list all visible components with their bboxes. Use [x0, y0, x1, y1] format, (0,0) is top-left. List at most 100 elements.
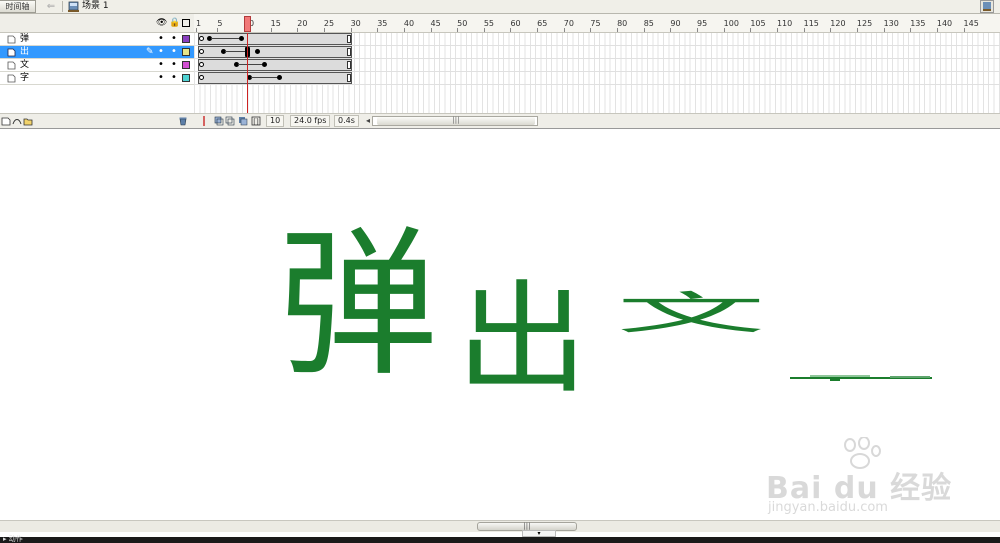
- add-motion-guide-icon[interactable]: [12, 116, 22, 126]
- stage-char-zi-flattened[interactable]: [790, 373, 934, 385]
- timeline-toggle-button[interactable]: 时间轴: [0, 0, 36, 13]
- blank-keyframe[interactable]: [199, 62, 204, 67]
- keyframe[interactable]: [262, 62, 267, 67]
- ruler-tick: [670, 28, 672, 32]
- scrollbar-thumb[interactable]: |||: [377, 117, 535, 125]
- watermark-url: jingyan.baidu.com: [768, 500, 888, 515]
- keyframe[interactable]: [255, 49, 260, 54]
- timeline-panel: 👁 🔒 弹 • • 出 ✎ • • 文 • • 字 • • 1 5 15 20 …: [0, 14, 1000, 128]
- ruler-tick: [723, 28, 725, 32]
- visibility-dot[interactable]: •: [157, 33, 165, 45]
- ruler-tick-label: 60: [510, 19, 521, 28]
- layer-name: 弹: [20, 34, 30, 44]
- ruler-tick: [403, 28, 405, 32]
- modify-onion-markers-icon[interactable]: []: [251, 116, 261, 126]
- ruler-tick-label: 55: [483, 19, 494, 28]
- panel-collapse-tab[interactable]: ▾: [522, 530, 556, 537]
- visibility-dot[interactable]: •: [157, 46, 165, 58]
- motion-tween: [251, 77, 277, 78]
- visibility-dot[interactable]: •: [157, 59, 165, 71]
- blank-keyframe[interactable]: [199, 49, 204, 54]
- layer-row-dan[interactable]: 弹 • •: [0, 33, 194, 46]
- ruler-tick-label: 125: [856, 19, 873, 28]
- lock-dot[interactable]: •: [170, 33, 178, 45]
- ruler-tick: [196, 28, 197, 32]
- layers-footer: [0, 113, 194, 128]
- end-frame[interactable]: [347, 74, 351, 82]
- ruler-tick-label: 50: [457, 19, 468, 28]
- ruler-tick-label: 20: [297, 19, 308, 28]
- edit-scene-icon[interactable]: [980, 0, 994, 13]
- playhead[interactable]: [244, 16, 251, 32]
- ruler-tick: [643, 28, 645, 32]
- blank-keyframe[interactable]: [199, 75, 204, 80]
- ruler-tick: [270, 28, 272, 32]
- ruler-tick-label: 5: [217, 19, 223, 28]
- layer-row-wen[interactable]: 文 • •: [0, 59, 194, 72]
- onion-skin-outlines-icon[interactable]: [225, 116, 235, 126]
- ruler-tick-label: 80: [617, 19, 628, 28]
- lock-dot[interactable]: •: [170, 46, 178, 58]
- frame-row[interactable]: [194, 59, 1000, 72]
- frame-row[interactable]: [194, 46, 1000, 59]
- end-frame[interactable]: [347, 48, 351, 56]
- stage-canvas[interactable]: 弹 出 文 Bai du 经验 jingyan.baidu.com: [0, 128, 1000, 520]
- ruler-tick-label: 95: [697, 19, 708, 28]
- ruler-tick-label: 15: [270, 19, 281, 28]
- frame-row[interactable]: [194, 33, 1000, 46]
- layer-color-swatch[interactable]: [182, 35, 190, 43]
- edit-multiple-frames-icon[interactable]: [238, 116, 248, 126]
- actions-panel-bar[interactable]: ▸ 动作: [0, 535, 1000, 543]
- stage-char-chu[interactable]: 出: [456, 279, 588, 400]
- insert-layer-icon[interactable]: [1, 116, 11, 126]
- ruler-tick: [457, 28, 459, 32]
- ruler-tick-label: 140: [936, 19, 953, 28]
- lock-dot[interactable]: •: [170, 72, 178, 84]
- end-frame[interactable]: [347, 35, 351, 43]
- ruler-tick: [883, 28, 885, 32]
- end-frame[interactable]: [347, 61, 351, 69]
- blank-keyframe[interactable]: [199, 36, 204, 41]
- ruler-tick-label: 45: [430, 19, 441, 28]
- delete-layer-icon[interactable]: [178, 116, 188, 126]
- lock-dot[interactable]: •: [170, 59, 178, 71]
- frame-grid[interactable]: [194, 33, 1000, 113]
- visibility-dot[interactable]: •: [157, 72, 165, 84]
- stage-char-wen[interactable]: 文: [616, 291, 766, 336]
- layer-name: 文: [20, 60, 30, 70]
- eye-icon[interactable]: 👁: [156, 18, 167, 28]
- ruler-tick: [803, 28, 805, 32]
- actions-panel-label[interactable]: ▸ 动作: [3, 535, 23, 543]
- layer-page-icon: [7, 74, 16, 83]
- scroll-left-icon[interactable]: ◂: [366, 116, 370, 125]
- frame-row[interactable]: [194, 72, 1000, 85]
- ruler-tick: [483, 28, 485, 32]
- ruler-tick: [963, 28, 965, 32]
- center-frame-icon[interactable]: [199, 116, 209, 126]
- onion-skin-icon[interactable]: [214, 116, 224, 126]
- keyframe[interactable]: [239, 36, 244, 41]
- keyframe[interactable]: [277, 75, 282, 80]
- back-arrow-icon[interactable]: ⇐: [44, 0, 58, 13]
- scene-breadcrumb[interactable]: 场景 1: [82, 0, 109, 12]
- layer-name: 出: [20, 47, 30, 57]
- lock-icon[interactable]: 🔒: [169, 18, 180, 28]
- stage-horizontal-scrollbar[interactable]: |||: [0, 520, 1000, 532]
- frame-span: [198, 59, 352, 71]
- layer-color-swatch[interactable]: [182, 61, 190, 69]
- ruler-tick-label: 90: [670, 19, 681, 28]
- layer-row-chu[interactable]: 出 ✎ • •: [0, 46, 194, 59]
- frame-ruler[interactable]: 1510152025303540455055606570758085909510…: [194, 14, 1000, 33]
- layer-color-swatch[interactable]: [182, 48, 190, 56]
- frame-rate-field[interactable]: 24.0 fps: [290, 115, 331, 127]
- layer-row-zi[interactable]: 字 • •: [0, 72, 194, 85]
- ruler-tick-label: 75: [590, 19, 601, 28]
- ruler-tick: [537, 28, 539, 32]
- ruler-tick-label: 110: [776, 19, 793, 28]
- top-bar: 时间轴 ⇐ 场景 1: [0, 0, 1000, 14]
- outline-icon[interactable]: [182, 19, 190, 27]
- stage-char-dan[interactable]: 弹: [278, 225, 438, 385]
- insert-folder-icon[interactable]: [23, 116, 33, 126]
- layer-color-swatch[interactable]: [182, 74, 190, 82]
- timeline-horizontal-scrollbar[interactable]: |||: [372, 116, 538, 126]
